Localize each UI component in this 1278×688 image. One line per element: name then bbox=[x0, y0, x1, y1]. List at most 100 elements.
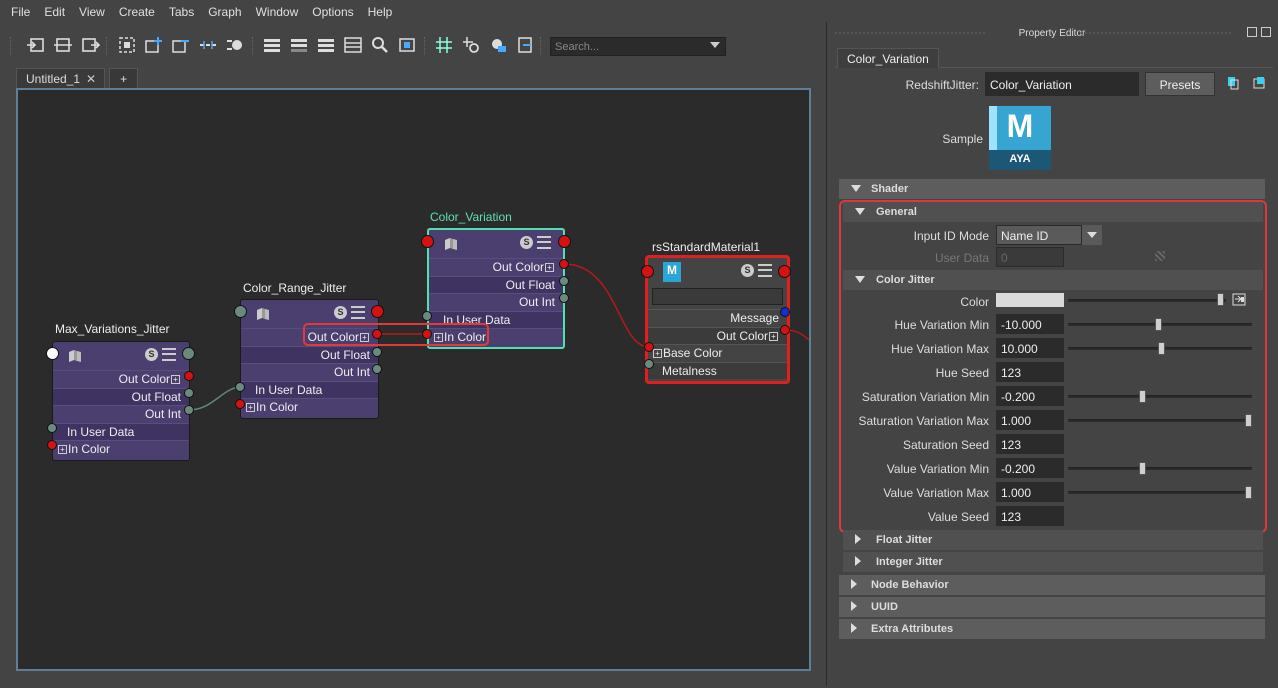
show-primary-attributes-icon[interactable] bbox=[316, 36, 336, 54]
in-user-data-port[interactable] bbox=[235, 382, 245, 392]
port-out-float[interactable]: Out Float bbox=[53, 387, 189, 405]
port-out-int[interactable]: Out Int bbox=[241, 363, 378, 381]
in-user-data-port[interactable] bbox=[422, 311, 432, 321]
expand-icon[interactable]: + bbox=[653, 349, 662, 359]
menu-help[interactable]: Help bbox=[361, 5, 400, 19]
node-output-port[interactable] bbox=[182, 347, 195, 360]
port-out-color[interactable]: Out Color + bbox=[429, 258, 563, 276]
out-int-port[interactable] bbox=[372, 364, 382, 374]
metalness-port[interactable] bbox=[644, 359, 654, 369]
node-input-port[interactable] bbox=[46, 347, 59, 360]
in-color-port[interactable] bbox=[47, 440, 57, 450]
menu-create[interactable]: Create bbox=[112, 5, 162, 19]
port-out-float[interactable]: Out Float bbox=[429, 275, 563, 293]
remove-selected-icon[interactable] bbox=[171, 36, 191, 54]
attribute-list-icon[interactable] bbox=[758, 264, 772, 277]
out-color-port[interactable] bbox=[780, 325, 790, 335]
port-out-int[interactable]: Out Int bbox=[429, 293, 563, 311]
node-input-port[interactable] bbox=[641, 265, 654, 278]
add-tab-button[interactable]: + bbox=[109, 68, 139, 88]
rearrange-graph-icon[interactable] bbox=[225, 36, 245, 54]
drag-handle[interactable] bbox=[1081, 32, 1231, 34]
close-icon[interactable]: ✕ bbox=[86, 72, 96, 86]
input-connections-icon[interactable] bbox=[26, 36, 46, 54]
expand-icon[interactable]: + bbox=[545, 263, 554, 273]
search-attributes-icon[interactable] bbox=[370, 36, 390, 54]
float-window-icon[interactable] bbox=[1247, 27, 1257, 37]
base-color-port[interactable] bbox=[644, 342, 654, 352]
expand-icon[interactable]: + bbox=[58, 445, 67, 455]
output-connections-icon[interactable] bbox=[80, 36, 101, 54]
snap-to-grid-icon[interactable] bbox=[461, 36, 481, 54]
frame-selected-icon[interactable] bbox=[117, 36, 137, 54]
close-panel-icon[interactable] bbox=[1261, 27, 1271, 37]
menu-file[interactable]: File bbox=[4, 5, 37, 19]
message-port[interactable] bbox=[780, 307, 790, 317]
menu-edit[interactable]: Edit bbox=[37, 5, 72, 19]
in-color-port[interactable] bbox=[235, 399, 245, 409]
menu-tabs[interactable]: Tabs bbox=[162, 5, 201, 19]
node-header[interactable]: M S bbox=[648, 258, 787, 286]
port-out-float[interactable]: Out Float bbox=[241, 345, 378, 363]
attribute-list-icon[interactable] bbox=[537, 236, 551, 249]
node-title-max-variations[interactable]: Max_Variations_Jitter bbox=[55, 322, 170, 336]
section-extra-attributes[interactable]: Extra Attributes bbox=[839, 619, 1265, 639]
expand-icon[interactable]: + bbox=[171, 375, 180, 385]
out-int-port[interactable] bbox=[184, 405, 194, 415]
copy-tab-icon[interactable] bbox=[1227, 76, 1239, 90]
port-in-user-data[interactable]: In User Data bbox=[241, 380, 378, 398]
show-connected-attributes-icon[interactable] bbox=[289, 36, 309, 54]
section-float-jitter[interactable]: Float Jitter bbox=[843, 530, 1263, 550]
drag-handle[interactable] bbox=[835, 32, 985, 34]
menu-window[interactable]: Window bbox=[249, 5, 306, 19]
out-float-port[interactable] bbox=[559, 276, 569, 286]
pin-icon[interactable] bbox=[515, 36, 535, 54]
node-header[interactable]: S bbox=[53, 342, 189, 370]
port-in-color[interactable]: + In Color bbox=[53, 440, 189, 458]
node-header[interactable]: S bbox=[429, 230, 563, 258]
chevron-down-icon[interactable] bbox=[710, 42, 720, 48]
attribute-list-icon[interactable] bbox=[351, 306, 365, 319]
section-uuid[interactable]: UUID bbox=[839, 597, 1265, 617]
out-float-port[interactable] bbox=[372, 347, 382, 357]
port-out-color[interactable]: Out Color + bbox=[53, 370, 189, 388]
input-output-connections-icon[interactable] bbox=[53, 36, 73, 54]
search-input[interactable]: Search... bbox=[550, 37, 726, 56]
grid-icon[interactable] bbox=[434, 36, 454, 54]
menu-view[interactable]: View bbox=[72, 5, 112, 19]
in-user-data-port[interactable] bbox=[47, 423, 57, 433]
out-int-port[interactable] bbox=[559, 293, 569, 303]
out-color-port[interactable] bbox=[184, 371, 194, 381]
graph-materials-icon[interactable] bbox=[488, 36, 508, 54]
node-title-material[interactable]: rsStandardMaterial1 bbox=[652, 240, 760, 254]
toggle-swatches-icon[interactable] bbox=[397, 36, 417, 54]
attribute-list-icon[interactable] bbox=[162, 348, 176, 361]
port-message[interactable]: Message bbox=[648, 309, 787, 327]
port-in-color[interactable]: + In Color bbox=[241, 398, 378, 416]
node-output-port[interactable] bbox=[558, 235, 571, 248]
section-shader[interactable]: Shader bbox=[839, 179, 1265, 199]
expand-icon[interactable]: + bbox=[769, 331, 778, 341]
out-float-port[interactable] bbox=[184, 388, 194, 398]
node-input-port[interactable] bbox=[421, 235, 434, 248]
node-max-variations-jitter[interactable]: S Out Color + Out Float Out Int In User D… bbox=[52, 341, 190, 461]
menu-options[interactable]: Options bbox=[305, 5, 360, 19]
node-color-range-jitter[interactable]: S Out Color + Out Float Out Int In User D… bbox=[240, 299, 379, 419]
node-rs-standard-material[interactable]: M S Message Out Color + + Base Color Metal… bbox=[645, 255, 790, 384]
focus-icon[interactable] bbox=[1253, 76, 1265, 90]
hide-attributes-icon[interactable] bbox=[262, 36, 282, 54]
port-metalness[interactable]: Metalness bbox=[648, 361, 787, 379]
port-out-color[interactable]: Out Color + bbox=[648, 326, 787, 344]
node-name-field[interactable]: Color_Variation bbox=[985, 72, 1139, 96]
tab-color-variation[interactable]: Color_Variation bbox=[837, 48, 939, 68]
port-out-int[interactable]: Out Int bbox=[53, 405, 189, 423]
node-output-port[interactable] bbox=[778, 265, 791, 278]
node-title-color-range[interactable]: Color_Range_Jitter bbox=[243, 281, 346, 295]
add-selected-icon[interactable] bbox=[144, 36, 164, 54]
node-output-port[interactable] bbox=[371, 305, 384, 318]
menu-graph[interactable]: Graph bbox=[201, 5, 248, 19]
presets-button[interactable]: Presets bbox=[1145, 72, 1215, 96]
node-input-port[interactable] bbox=[234, 305, 247, 318]
node-title-color-variation[interactable]: Color_Variation bbox=[430, 210, 512, 224]
port-base-color[interactable]: + Base Color bbox=[648, 344, 787, 362]
